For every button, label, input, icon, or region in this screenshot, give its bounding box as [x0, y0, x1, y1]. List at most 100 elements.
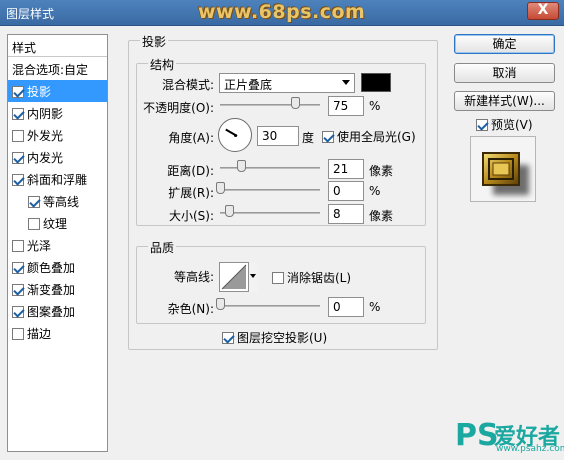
contour-curve-icon [221, 264, 247, 290]
angle-input[interactable]: 30 [257, 126, 299, 146]
pattern-overlay-checkbox[interactable] [12, 306, 24, 318]
opacity-input[interactable]: 75 [328, 96, 364, 116]
window-title: 图层样式 [6, 7, 55, 21]
global-light-label: 使用全局光(G) [337, 130, 416, 144]
inner-glow-checkbox[interactable] [12, 152, 24, 164]
style-item-color-overlay[interactable]: 颜色叠加 [8, 256, 107, 278]
style-item-label: 颜色叠加 [27, 261, 76, 275]
drop-shadow-checkbox[interactable] [12, 86, 24, 98]
preview-option[interactable]: 预览(V) [476, 116, 533, 133]
style-item-label: 内发光 [27, 151, 64, 165]
noise-input[interactable]: 0 [328, 297, 364, 317]
size-label: 大小(S): [168, 209, 214, 223]
distance-label: 距离(D): [167, 164, 214, 178]
noise-slider-thumb[interactable] [216, 298, 225, 310]
blend-mode-label: 混合模式: [161, 78, 214, 92]
anti-alias-label: 消除锯齿(L) [287, 271, 352, 285]
knockout-checkbox[interactable] [222, 332, 234, 344]
inner-shadow-checkbox[interactable] [12, 108, 24, 120]
style-list-header[interactable]: 样式 [8, 35, 107, 57]
style-item-stroke[interactable]: 描边 [8, 322, 107, 344]
new-style-button[interactable]: 新建样式(W)... [454, 91, 555, 111]
knockout-option[interactable]: 图层挖空投影(U) [222, 329, 327, 346]
shadow-color-swatch[interactable] [361, 73, 391, 92]
stroke-checkbox[interactable] [12, 328, 24, 340]
preview-thumbnail-image [482, 152, 529, 195]
spread-unit: % [369, 184, 381, 198]
blend-mode-select[interactable]: 正片叠底 [219, 73, 355, 93]
preview-checkbox[interactable] [476, 119, 488, 131]
noise-slider-track[interactable] [220, 305, 320, 307]
cancel-button[interactable]: 取消 [454, 63, 555, 83]
distance-unit: 像素 [369, 164, 394, 178]
style-item-label: 光泽 [27, 239, 52, 253]
style-item-label: 外发光 [27, 129, 64, 143]
gradient-overlay-checkbox[interactable] [12, 284, 24, 296]
outer-glow-checkbox[interactable] [12, 130, 24, 142]
global-light-checkbox[interactable] [322, 131, 334, 143]
structure-title: 结构 [148, 56, 177, 73]
global-light-option[interactable]: 使用全局光(G) [322, 128, 416, 145]
angle-label: 角度(A): [168, 131, 214, 145]
contour-checkbox[interactable] [28, 196, 40, 208]
size-input[interactable]: 8 [328, 204, 364, 224]
drop-shadow-title: 投影 [140, 33, 169, 50]
logo-url: www.psahz.com [496, 444, 564, 454]
style-item-label: 投影 [27, 85, 52, 99]
style-item-texture[interactable]: 纹理 [8, 212, 107, 234]
angle-dial[interactable] [218, 118, 252, 152]
noise-unit: % [369, 300, 381, 314]
spread-slider-track[interactable] [220, 189, 320, 191]
satin-checkbox[interactable] [12, 240, 24, 252]
logo-ps: PS [455, 418, 499, 453]
angle-center-icon [234, 134, 237, 137]
style-item-label: 描边 [27, 327, 52, 341]
opacity-slider-thumb[interactable] [291, 97, 300, 109]
style-item-outer-glow[interactable]: 外发光 [8, 124, 107, 146]
style-item-gradient-overlay[interactable]: 渐变叠加 [8, 278, 107, 300]
color-overlay-checkbox[interactable] [12, 262, 24, 274]
style-item-label: 图案叠加 [27, 305, 76, 319]
contour-dropdown[interactable] [248, 262, 258, 292]
style-item-label: 渐变叠加 [27, 283, 76, 297]
ok-button[interactable]: 确定 [454, 34, 555, 54]
style-item-contour[interactable]: 等高线 [8, 190, 107, 212]
opacity-label: 不透明度(O): [143, 101, 214, 115]
style-item-drop-shadow[interactable]: 投影 [8, 80, 107, 102]
anti-alias-option[interactable]: 消除锯齿(L) [272, 269, 351, 286]
size-slider-track[interactable] [220, 212, 320, 214]
opacity-unit: % [369, 99, 381, 113]
knockout-label: 图层挖空投影(U) [237, 331, 328, 345]
size-slider-thumb[interactable] [225, 205, 234, 217]
spread-slider-thumb[interactable] [216, 182, 225, 194]
bevel-emboss-checkbox[interactable] [12, 174, 24, 186]
distance-slider-track[interactable] [220, 167, 320, 169]
distance-input[interactable]: 21 [328, 159, 364, 179]
noise-label: 杂色(N): [167, 302, 214, 316]
texture-checkbox[interactable] [28, 218, 40, 230]
style-item-label: 内阴影 [27, 107, 64, 121]
contour-label: 等高线: [173, 270, 214, 284]
anti-alias-checkbox[interactable] [272, 272, 284, 284]
opacity-slider-track[interactable] [220, 104, 320, 106]
style-list: 样式 混合选项:自定 投影 内阴影 外发光 内发光 斜面和浮雕 等高线 纹理 光… [7, 34, 108, 452]
style-item-inner-glow[interactable]: 内发光 [8, 146, 107, 168]
style-item-satin[interactable]: 光泽 [8, 234, 107, 256]
chevron-down-icon [342, 80, 350, 85]
style-item-label: 纹理 [43, 217, 68, 231]
preview-label: 预览(V) [491, 118, 533, 132]
style-item-label: 斜面和浮雕 [27, 173, 88, 187]
size-unit: 像素 [369, 209, 394, 223]
spread-label: 扩展(R): [168, 186, 214, 200]
blend-mode-value: 正片叠底 [224, 78, 273, 92]
close-button[interactable]: X [527, 2, 559, 20]
spread-input[interactable]: 0 [328, 181, 364, 201]
style-preview [470, 136, 536, 202]
quality-title: 品质 [148, 239, 177, 256]
watermark-text: www.68ps.com [198, 1, 366, 23]
style-item-pattern-overlay[interactable]: 图案叠加 [8, 300, 107, 322]
blend-options-item[interactable]: 混合选项:自定 [8, 58, 107, 80]
distance-slider-thumb[interactable] [237, 160, 246, 172]
style-item-inner-shadow[interactable]: 内阴影 [8, 102, 107, 124]
style-item-bevel-emboss[interactable]: 斜面和浮雕 [8, 168, 107, 190]
